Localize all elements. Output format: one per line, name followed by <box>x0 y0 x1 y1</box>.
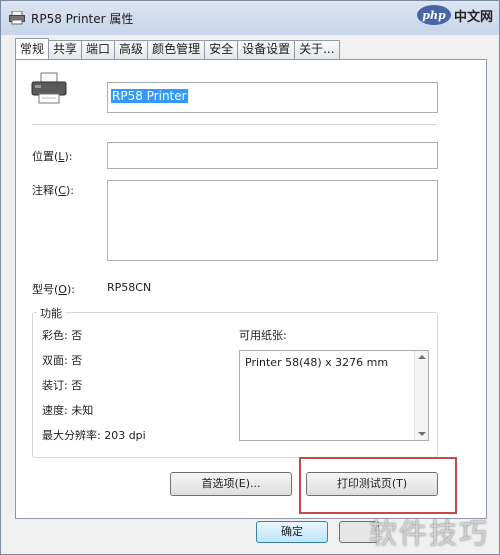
tab-sharing[interactable]: 共享 <box>48 40 83 59</box>
tab-security[interactable]: 安全 <box>204 40 239 59</box>
model-value: RP58CN <box>107 281 152 294</box>
printer-icon <box>9 10 25 25</box>
features-title: 功能 <box>37 305 65 321</box>
feature-resolution: 最大分辨率: 203 dpi <box>42 429 146 442</box>
location-label: 位置(L): <box>32 150 73 163</box>
feature-speed: 速度: 未知 <box>42 404 94 417</box>
tab-advanced[interactable]: 高级 <box>114 40 149 59</box>
location-input[interactable] <box>107 142 438 169</box>
paper-listbox[interactable]: Printer 58(48) x 3276 mm <box>239 350 429 441</box>
listbox-scrollbar[interactable] <box>414 351 428 440</box>
tab-strip: 常规 共享 端口 高级 颜色管理 安全 设备设置 关于... <box>15 38 340 59</box>
general-tab-panel: RP58 Printer 位置(L): 注释(C): 型号(O): RP58CN… <box>15 59 487 519</box>
printer-large-icon <box>30 72 70 106</box>
feature-staple: 装订: 否 <box>42 379 83 392</box>
divider <box>32 124 436 125</box>
printer-name-input[interactable]: RP58 Printer <box>107 82 438 113</box>
printer-name-value: RP58 Printer <box>111 89 188 103</box>
window-title: RP58 Printer 属性 <box>31 11 134 26</box>
paper-label: 可用纸张: <box>239 329 287 342</box>
comment-label: 注释(C): <box>32 184 74 197</box>
logo-text: 中文网 <box>453 9 493 25</box>
highlight-box <box>299 457 457 514</box>
scroll-down-arrow-icon[interactable] <box>418 432 426 436</box>
list-item[interactable]: Printer 58(48) x 3276 mm <box>245 356 388 369</box>
tab-device-settings[interactable]: 设备设置 <box>237 40 296 59</box>
title-bar[interactable]: RP58 Printer 属性 php 中文网 <box>1 1 499 35</box>
ok-button[interactable]: 确定 <box>256 521 328 543</box>
feature-duplex: 双面: 否 <box>42 354 83 367</box>
watermark: 软件技巧 <box>368 517 489 550</box>
tab-color-management[interactable]: 颜色管理 <box>147 40 206 59</box>
feature-color: 彩色: 否 <box>42 329 83 342</box>
scroll-up-arrow-icon[interactable] <box>418 355 426 359</box>
printer-properties-window: RP58 Printer 属性 php 中文网 常规 共享 端口 高级 颜色管理… <box>0 0 500 555</box>
logo-badge: php <box>416 5 451 25</box>
site-logo: php 中文网 <box>416 5 493 25</box>
tab-general[interactable]: 常规 <box>15 38 50 59</box>
tab-ports[interactable]: 端口 <box>81 40 116 59</box>
preferences-button[interactable]: 首选项(E)... <box>170 472 292 496</box>
tab-about[interactable]: 关于... <box>294 40 340 59</box>
model-label: 型号(O): <box>32 283 75 296</box>
comment-input[interactable] <box>107 180 438 261</box>
